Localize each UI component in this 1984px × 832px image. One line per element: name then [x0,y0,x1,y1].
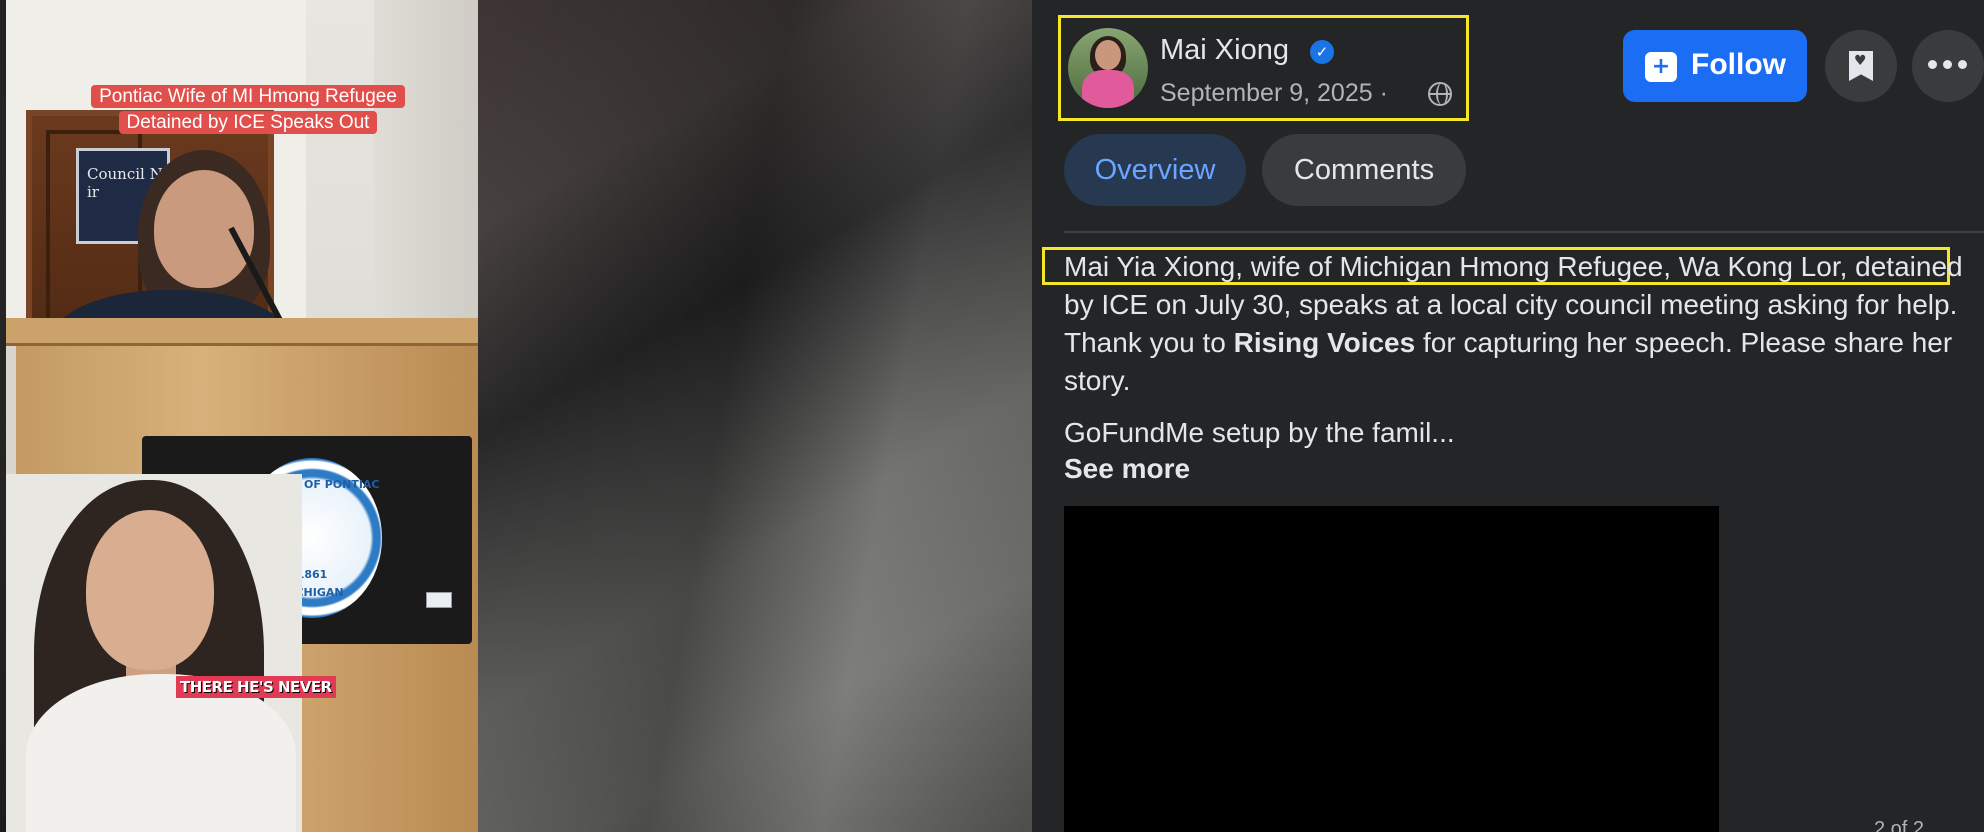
verified-badge-icon: ✓ [1310,40,1334,64]
video-caption: Pontiac Wife of MI Hmong Refugee Detaine… [72,84,424,136]
avatar[interactable] [1068,28,1148,108]
podium-badge [426,592,452,608]
tab-comments[interactable]: Comments [1262,134,1466,206]
see-more-link[interactable]: See more [1064,453,1190,485]
app-root: Council N ir THE CITY OF PONTIAC 1861 MI… [0,0,1984,832]
bookmark-heart-icon [1849,51,1873,81]
follow-button[interactable]: Follow [1623,30,1807,102]
video-player[interactable]: Council N ir THE CITY OF PONTIAC 1861 MI… [0,0,1032,832]
attached-media[interactable] [1064,506,1719,832]
video-subtitle: THERE HE'S NEVER [176,676,336,698]
video-inset-speaker [6,474,302,832]
globe-icon [1428,82,1452,106]
speaker-face [154,170,254,288]
follow-label: Follow [1691,48,1786,81]
divider [1064,231,1984,233]
video-blurred-background [478,0,1032,832]
video-frame[interactable]: Council N ir THE CITY OF PONTIAC 1861 MI… [6,0,478,832]
rising-voices-link[interactable]: Rising Voices [1234,327,1416,358]
post-description: Mai Yia Xiong, wife of Michigan Hmong Re… [1064,248,1982,400]
tab-overview[interactable]: Overview [1064,134,1246,206]
post-description-continued: GoFundMe setup by the famil... [1064,417,1455,448]
podium-top [6,318,478,346]
post-details-panel: Mai Xiong ✓ September 9, 2025 · Follow O… [1032,0,1984,832]
add-follow-icon [1645,52,1677,82]
more-horizontal-icon [1928,58,1968,72]
video-caption-text: Pontiac Wife of MI Hmong Refugee Detaine… [91,85,405,134]
post-date[interactable]: September 9, 2025 · [1160,79,1388,108]
save-button[interactable] [1825,30,1897,102]
media-page-count: 2 of 2 [1874,818,1925,832]
more-options-button[interactable] [1912,30,1984,102]
author-name[interactable]: Mai Xiong [1160,34,1289,67]
